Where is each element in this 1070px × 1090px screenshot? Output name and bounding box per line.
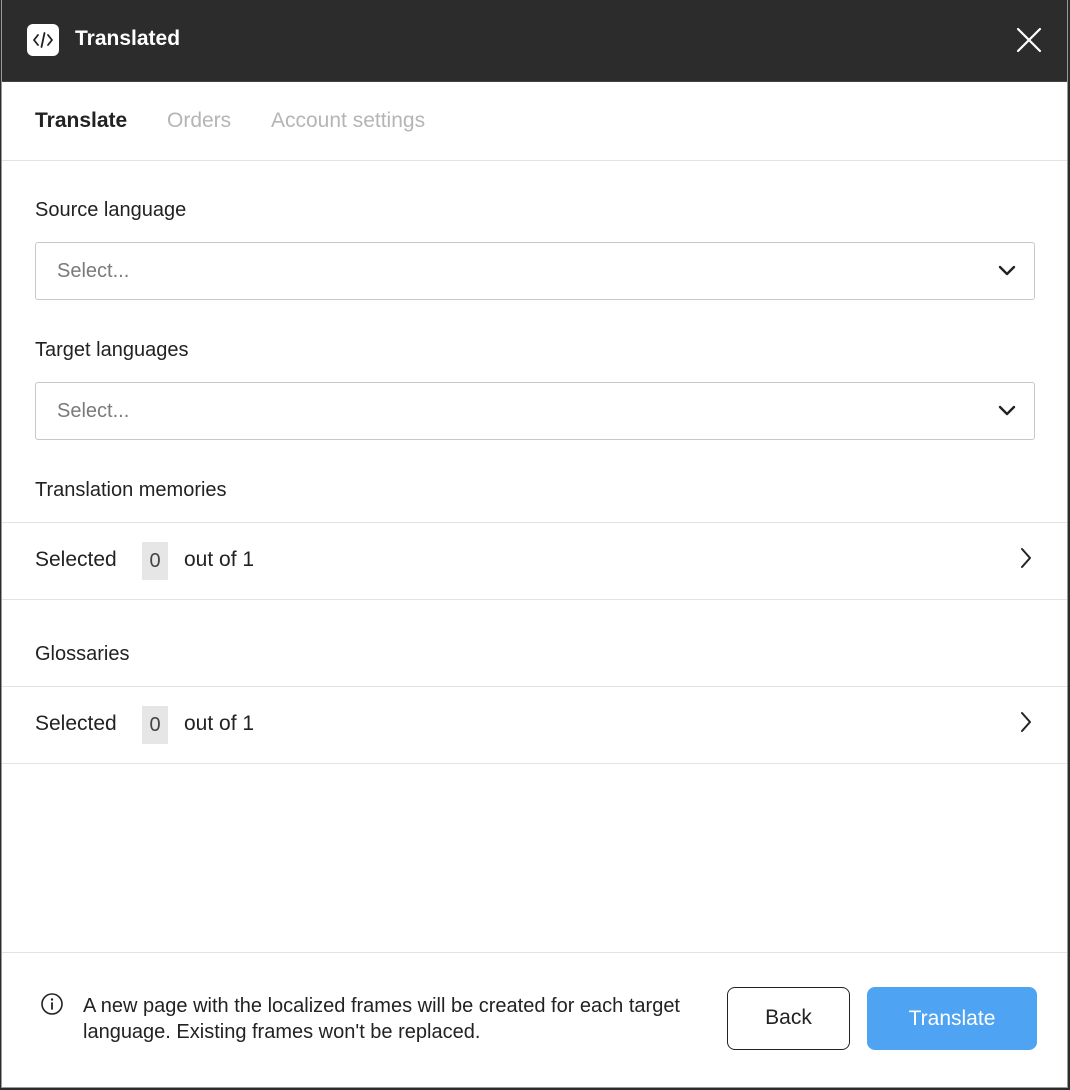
tab-account-settings[interactable]: Account settings bbox=[271, 109, 425, 133]
translate-button[interactable]: Translate bbox=[867, 987, 1037, 1050]
translation-memories-label: Translation memories bbox=[35, 479, 227, 501]
translation-memories-row[interactable]: Selected 0 out of 1 bbox=[2, 522, 1067, 600]
tab-bar: Translate Orders Account settings bbox=[2, 81, 1067, 161]
selected-prefix: Selected bbox=[35, 712, 117, 735]
selected-count-badge: 0 bbox=[142, 706, 168, 744]
source-language-select[interactable]: Select... bbox=[35, 242, 1035, 300]
target-languages-label: Target languages bbox=[35, 339, 189, 361]
window-title: Translated bbox=[75, 27, 181, 50]
title-bar: Translated bbox=[2, 0, 1067, 82]
selected-prefix: Selected bbox=[35, 548, 117, 571]
glossaries-row[interactable]: Selected 0 out of 1 bbox=[2, 686, 1067, 764]
glossaries-label: Glossaries bbox=[35, 643, 130, 665]
info-message: A new page with the localized frames wil… bbox=[83, 995, 680, 1043]
chevron-right-icon bbox=[1021, 712, 1031, 732]
tab-translate[interactable]: Translate bbox=[35, 109, 127, 133]
chevron-down-icon bbox=[998, 405, 1016, 416]
close-icon bbox=[1016, 27, 1042, 53]
selected-count-badge: 0 bbox=[142, 542, 168, 580]
tab-orders[interactable]: Orders bbox=[167, 109, 231, 133]
close-button[interactable] bbox=[1015, 26, 1043, 54]
source-language-placeholder: Select... bbox=[57, 260, 130, 282]
target-languages-placeholder: Select... bbox=[57, 400, 130, 422]
source-language-label: Source language bbox=[35, 199, 187, 221]
info-icon bbox=[41, 993, 63, 1015]
code-brackets-icon bbox=[27, 24, 59, 56]
chevron-right-icon bbox=[1021, 548, 1031, 568]
back-button[interactable]: Back bbox=[727, 987, 850, 1050]
target-languages-select[interactable]: Select... bbox=[35, 382, 1035, 440]
total-text: out of 1 bbox=[184, 712, 255, 735]
total-text: out of 1 bbox=[184, 548, 255, 571]
translate-dialog: Translated Translate Orders Account sett… bbox=[1, 0, 1068, 1088]
chevron-down-icon bbox=[998, 265, 1016, 276]
dialog-footer: A new page with the localized frames wil… bbox=[2, 952, 1067, 1089]
